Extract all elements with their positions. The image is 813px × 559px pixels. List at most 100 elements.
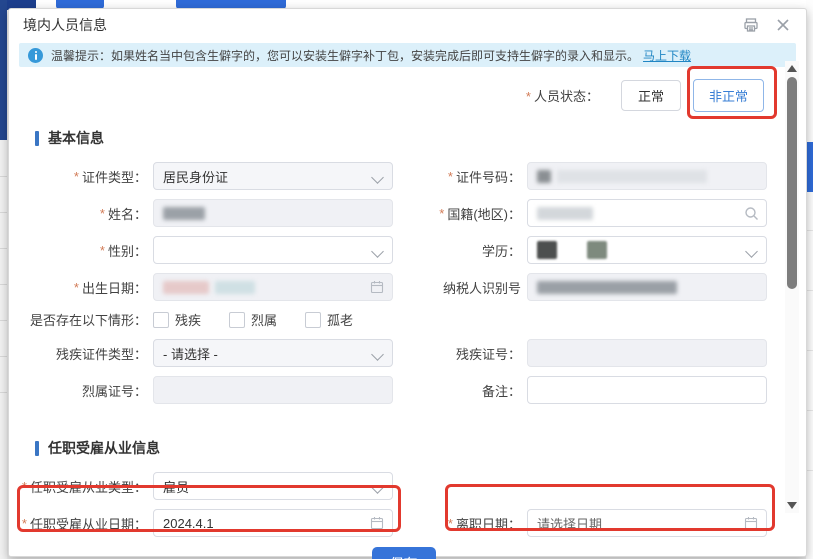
form-row: *姓名： *国籍(地区)： [35,199,772,227]
background-left-navy [0,0,7,140]
resignation-date-placeholder: 请选择日期 [537,514,602,533]
save-button[interactable]: 保存 [372,547,436,559]
taxpayer-id-input[interactable] [527,273,767,301]
redacted-value [587,241,607,259]
status-abnormal-button[interactable]: 非正常 [693,79,764,112]
birth-date-input[interactable] [153,273,393,301]
divider [0,176,7,177]
remark-label: 备注： [413,381,521,400]
scrollbar-thumb[interactable] [787,77,797,289]
disability-cert-type-select[interactable]: - 请选择 - [153,339,393,367]
martyr-cert-no-input[interactable] [153,376,393,404]
employment-date-input[interactable]: 2024.4.1 [153,509,393,537]
situations-checkbox-group: 残疾 烈属 孤老 [153,310,381,329]
cert-no-label: *证件号码： [413,167,521,186]
redacted-value [557,170,707,183]
gender-label: *性别： [35,241,147,260]
name-input[interactable] [153,199,393,227]
divider [0,284,7,285]
info-icon [28,48,43,63]
calendar-icon[interactable] [370,516,385,531]
section-bar [35,441,39,456]
employment-date-value: 2024.4.1 [163,516,214,531]
required-mark: * [74,280,79,295]
checkbox-icon [229,312,245,328]
checkbox-elderly-alone[interactable]: 孤老 [305,310,353,329]
required-mark: * [448,169,453,184]
chevron-down-icon [371,481,384,494]
nationality-input[interactable] [527,199,767,227]
chevron-down-icon [371,171,384,184]
redacted-value [163,207,205,220]
form-row: *任职受雇从业日期： 2024.4.1 *离职日期： [35,509,772,537]
person-status-label: *人员状态： [526,86,599,105]
checkbox-martyr-family[interactable]: 烈属 [229,310,277,329]
resignation-date-input[interactable]: 请选择日期 [527,509,767,537]
chevron-down-icon [745,245,758,258]
status-normal-button[interactable]: 正常 [621,80,681,111]
martyr-cert-no-label: 烈属证号： [35,381,147,400]
form-row: *出生日期： 纳税人识别号 [35,273,772,301]
divider [0,392,7,393]
scroll-down-arrow-icon[interactable] [787,502,797,509]
dialog-header: 境内人员信息 [9,9,806,41]
screen: 境内人员信息 温馨提示：如果姓名当中包含生僻字的，您可以安装生僻字补丁包，安装完… [0,0,813,559]
redacted-value [163,281,209,294]
divider [0,320,7,321]
required-mark: * [100,243,105,258]
scroll-up-arrow-icon[interactable] [787,65,797,72]
disability-cert-no-input[interactable] [527,339,767,367]
calendar-icon[interactable] [744,516,759,531]
scrollbar[interactable] [785,61,799,513]
chevron-down-icon [371,348,384,361]
form-row: 是否存在以下情形： 残疾 烈属 孤老 [35,310,772,329]
gender-select[interactable] [153,236,393,264]
divider [0,212,7,213]
cert-type-label: *证件类型： [35,167,147,186]
cert-type-select[interactable]: 居民身份证 [153,162,393,190]
print-icon[interactable] [742,16,760,34]
required-mark: * [22,479,27,494]
background-right-block [806,142,813,192]
form-row: 烈属证号： 备注： [35,376,772,404]
dialog-title: 境内人员信息 [23,15,107,35]
dialog-body: *人员状态： 正常 非正常 基本信息 *证件类型： 居民身份证 *证件号 [23,69,772,556]
checkbox-label: 烈属 [251,310,277,329]
section-basic-info: 基本信息 [35,128,772,148]
section-title: 基本信息 [48,128,104,148]
download-link[interactable]: 马上下载 [643,47,691,64]
notice-text: 温馨提示：如果姓名当中包含生僻字的，您可以安装生僻字补丁包，安装完成后即可支持生… [51,47,639,64]
chevron-down-icon [371,245,384,258]
required-mark: * [439,206,444,221]
checkbox-label: 残疾 [175,310,201,329]
checkbox-icon [153,312,169,328]
taxpayer-id-label: 纳税人识别号 [413,278,521,297]
employment-date-label: *任职受雇从业日期： [35,514,147,533]
search-icon[interactable] [744,206,759,221]
disability-cert-no-label: 残疾证号： [413,344,521,363]
checkbox-disabled[interactable]: 残疾 [153,310,201,329]
education-select[interactable] [527,236,767,264]
required-mark: * [100,206,105,221]
form-row: 残疾证件类型： - 请选择 - 残疾证号： [35,339,772,367]
personnel-info-dialog: 境内人员信息 温馨提示：如果姓名当中包含生僻字的，您可以安装生僻字补丁包，安装完… [8,8,807,557]
nationality-label: *国籍(地区)： [413,204,521,223]
divider [806,410,813,411]
section-title: 任职受雇从业信息 [48,438,160,458]
section-employment-info: 任职受雇从业信息 [35,438,772,458]
education-label: 学历： [413,241,521,260]
remark-input[interactable] [527,376,767,404]
cert-no-input[interactable] [527,162,767,190]
redacted-value [537,170,551,183]
redacted-value [537,207,593,220]
disability-cert-type-value: - 请选择 - [163,344,218,363]
employment-type-label: *任职受雇从业类型： [35,477,147,496]
employment-type-select[interactable]: 雇员 [153,472,393,500]
redacted-value [537,281,677,294]
close-icon[interactable] [774,16,792,34]
form-row: *证件类型： 居民身份证 *证件号码： [35,162,772,190]
required-mark: * [22,516,27,531]
section-bar [35,131,39,146]
divider [0,248,7,249]
divider [806,470,813,471]
